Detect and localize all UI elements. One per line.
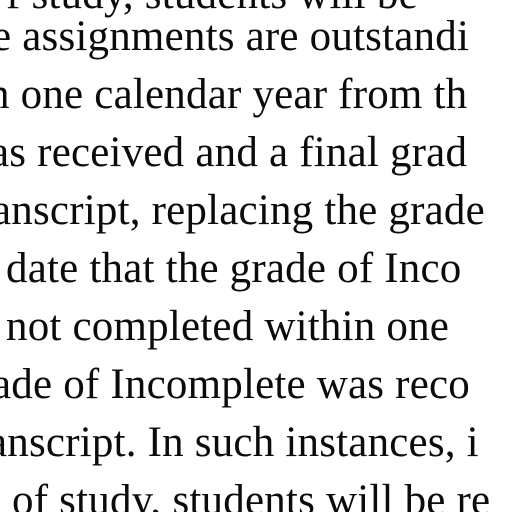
text-line: ade of Incomplete was reco <box>0 361 470 408</box>
text-line: as received and a final grad <box>0 129 468 176</box>
text-line: anscript. In such instances, i <box>0 419 479 466</box>
text-line: not completed within one <box>6 303 450 350</box>
text-line: date that the grade of Inco <box>6 245 462 292</box>
text-line: anscript, replacing the grade <box>0 187 485 234</box>
text-line: e assignments are outstandi <box>0 13 470 60</box>
text-line-partial-bottom: of study, students will be re <box>12 477 491 512</box>
document-page: f study, students will be e assignments … <box>0 0 512 512</box>
text-line: n one calendar year from th <box>0 71 468 118</box>
